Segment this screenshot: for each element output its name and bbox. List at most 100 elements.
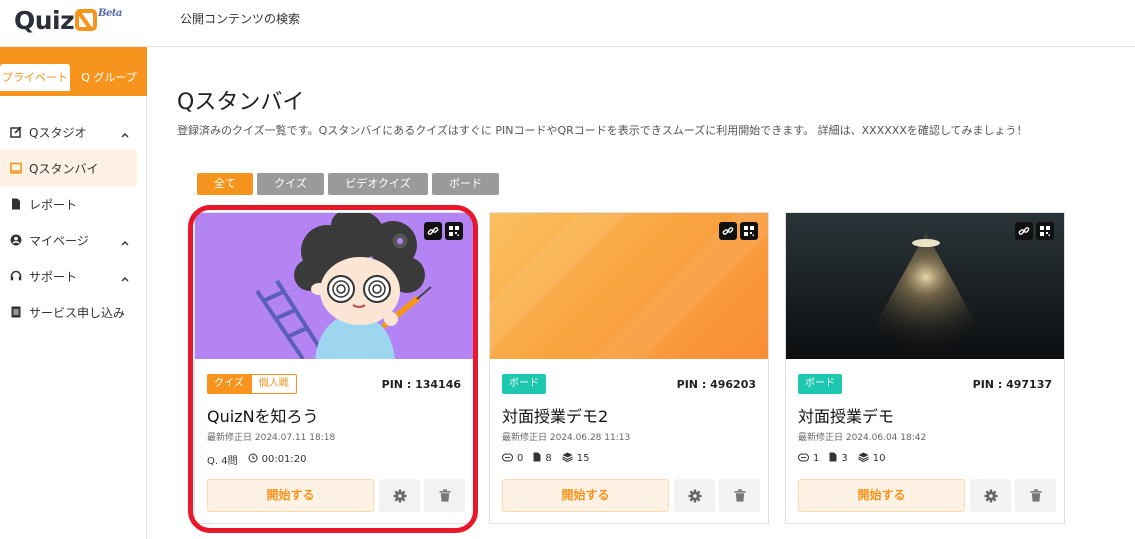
question-count: Q. 4問: [207, 456, 238, 467]
start-button[interactable]: 開始する: [798, 479, 965, 512]
delete-button[interactable]: [424, 479, 465, 512]
user-icon: [10, 234, 22, 246]
settings-button[interactable]: [970, 479, 1011, 512]
headset-icon: [10, 270, 22, 282]
card-thumbnail: [786, 213, 1064, 359]
edit-icon: [10, 126, 22, 138]
filter-tabs: 全て クイズ ビデオクイズ ボード: [197, 173, 499, 195]
card-thumbnail: [195, 213, 473, 359]
delete-button[interactable]: [719, 479, 760, 512]
logo-text: Quiz: [14, 6, 75, 35]
pin-code: PIN : 496203: [676, 378, 756, 391]
updated-date: 最新修正日 2024.07.11 18:18: [207, 433, 336, 443]
clock-icon: [248, 453, 258, 466]
start-button[interactable]: 開始する: [502, 479, 669, 512]
card-tags: ボード: [502, 374, 546, 394]
file-icon: [533, 452, 541, 465]
public-content-search-link[interactable]: 公開コンテンツの検索: [180, 10, 300, 27]
link-icon[interactable]: [719, 222, 737, 240]
stat-files: 8: [545, 453, 552, 464]
gear-icon: [688, 489, 701, 502]
link-count-icon: [798, 453, 809, 465]
filter-video-quiz[interactable]: ビデオクイズ: [328, 173, 428, 195]
sidebar-item-report[interactable]: レポート: [0, 186, 147, 222]
link-icon[interactable]: [424, 222, 442, 240]
filter-quiz[interactable]: クイズ: [257, 173, 324, 195]
sidebar-item-q-studio[interactable]: Qスタジオ: [0, 114, 147, 150]
type-tag: ボード: [502, 374, 546, 394]
trash-icon: [1030, 489, 1041, 502]
sidebar-item-label: レポート: [29, 197, 78, 212]
card-title: QuizNを知ろう: [207, 407, 319, 426]
qr-code-icon[interactable]: [1036, 222, 1054, 240]
card-title: 対面授業デモ: [798, 407, 895, 426]
link-count-icon: [502, 453, 513, 465]
settings-button[interactable]: [674, 479, 715, 512]
stat-files: 3: [841, 453, 848, 464]
sidebar-tabs: プライベート Q グループ: [0, 47, 147, 96]
layers-icon: [562, 452, 573, 465]
layers-icon: [858, 452, 869, 465]
trash-icon: [439, 489, 450, 502]
file-icon: [10, 198, 22, 210]
sidebar-item-my-page[interactable]: マイページ: [0, 222, 147, 258]
start-button[interactable]: 開始する: [207, 479, 374, 512]
tab-q-group[interactable]: Q グループ: [74, 64, 144, 91]
file-icon: [829, 452, 837, 465]
board-card[interactable]: ボード PIN : 497137 対面授業デモ 最新修正日 2024.06.04…: [785, 212, 1065, 524]
chevron-up-icon[interactable]: [121, 127, 129, 141]
sidebar-item-support[interactable]: サポート: [0, 258, 147, 294]
filter-board[interactable]: ボード: [432, 173, 499, 195]
card-meta: Q. 4問 00:01:20: [207, 452, 307, 467]
board-card[interactable]: ボード PIN : 496203 対面授業デモ2 最新修正日 2024.06.2…: [489, 212, 769, 524]
quiz-card[interactable]: クイズ 個人戦 PIN : 134146 QuizNを知ろう 最新修正日 202…: [194, 212, 474, 524]
sidebar-nav: Qスタジオ Qスタンバイ レポート マイページ サポート サービス申し込み: [0, 114, 147, 330]
delete-button[interactable]: [1015, 479, 1056, 512]
card-meta: 0 8 15: [502, 452, 589, 465]
beta-badge: Beta: [98, 8, 122, 19]
top-bar: Quiz Beta 公開コンテンツの検索: [0, 0, 1135, 47]
trash-icon: [734, 489, 745, 502]
page-title: Qスタンバイ: [177, 90, 305, 115]
sidebar-item-service-application[interactable]: サービス申し込み: [0, 294, 147, 330]
pin-code: PIN : 497137: [972, 378, 1052, 391]
qr-code-icon[interactable]: [740, 222, 758, 240]
link-icon[interactable]: [1015, 222, 1033, 240]
sidebar-item-label: サービス申し込み: [29, 305, 126, 320]
card-title: 対面授業デモ2: [502, 407, 609, 426]
chevron-up-icon[interactable]: [121, 235, 129, 249]
mode-tag: 個人戦: [250, 374, 297, 394]
chevron-up-icon[interactable]: [121, 271, 129, 285]
settings-button[interactable]: [379, 479, 420, 512]
monitor-icon: [10, 162, 22, 174]
pin-code: PIN : 134146: [381, 378, 461, 391]
thumbnail-actions: [424, 222, 463, 240]
sidebar: プライベート Q グループ Qスタジオ Qスタンバイ レポート マイページ サポ…: [0, 47, 147, 539]
stat-layers: 15: [576, 453, 590, 464]
gear-icon: [984, 489, 997, 502]
sidebar-item-label: サポート: [29, 269, 78, 284]
type-tag: ボード: [798, 374, 842, 394]
thumbnail-actions: [1015, 222, 1054, 240]
card-thumbnail: [490, 213, 768, 359]
type-tag: クイズ: [207, 374, 251, 394]
card-meta: 1 3 10: [798, 452, 885, 465]
sidebar-item-label: Qスタンバイ: [29, 161, 99, 176]
page-description: 登録済みのクイズ一覧です。Qスタンバイにあるクイズはすぐに PINコードやQRコ…: [177, 124, 1028, 137]
updated-date: 最新修正日 2024.06.04 18:42: [798, 433, 927, 443]
qr-code-icon[interactable]: [445, 222, 463, 240]
stat-links: 1: [813, 453, 820, 464]
card-tags: クイズ 個人戦: [207, 374, 297, 394]
filter-all[interactable]: 全て: [197, 173, 253, 195]
gear-icon: [393, 489, 406, 502]
document-icon: [10, 306, 22, 318]
card-tags: ボード: [798, 374, 842, 394]
stat-layers: 10: [872, 453, 886, 464]
stat-links: 0: [517, 453, 524, 464]
updated-date: 最新修正日 2024.06.28 11:13: [502, 433, 631, 443]
sidebar-item-q-standby[interactable]: Qスタンバイ: [0, 150, 137, 186]
thumbnail-actions: [719, 222, 758, 240]
tab-private[interactable]: プライベート: [0, 64, 70, 91]
duration: 00:01:20: [261, 454, 307, 465]
app-logo[interactable]: Quiz Beta: [14, 6, 122, 35]
